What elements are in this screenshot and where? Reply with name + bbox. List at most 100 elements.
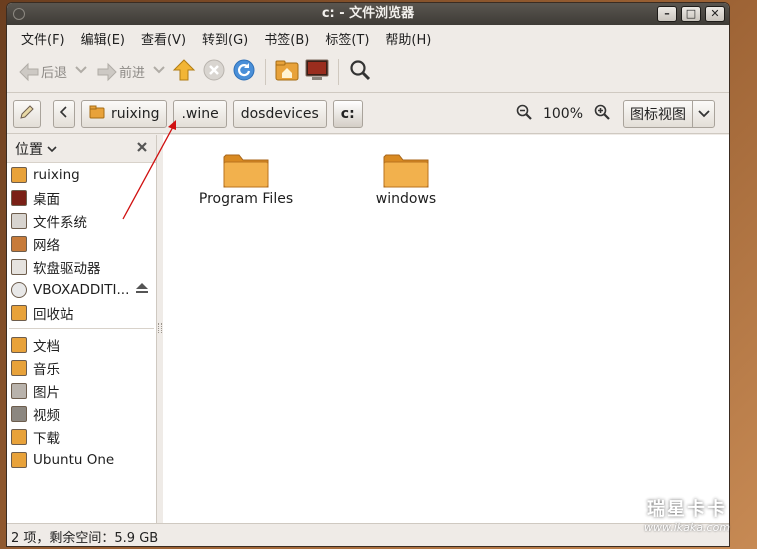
file-item-windows[interactable]: windows xyxy=(351,151,461,207)
crumb-scroll-left-button[interactable] xyxy=(53,99,75,128)
crumb-dosdevices[interactable]: dosdevices xyxy=(232,99,327,128)
sidebar-item-label: ruixing xyxy=(33,166,80,183)
minimize-button[interactable]: – xyxy=(657,6,677,22)
downloads-folder-icon xyxy=(11,428,27,445)
menu-bookmarks[interactable]: 书签(B) xyxy=(256,29,317,48)
status-bar: 2 项，剩余空间：5.9 GB xyxy=(7,523,729,546)
sidebar-type-dropdown[interactable]: 位置 xyxy=(15,139,57,159)
back-button[interactable]: 后退 xyxy=(13,55,71,89)
chevron-left-icon xyxy=(59,105,68,122)
sidebar-item-label: 桌面 xyxy=(33,191,60,208)
sidebar-item-label: 文件系统 xyxy=(33,214,87,231)
sidebar-item-label: 文档 xyxy=(33,338,60,355)
window-title: c: - 文件浏览器 xyxy=(321,6,415,21)
search-button[interactable] xyxy=(345,55,375,89)
file-name: windows xyxy=(375,191,437,207)
sidebar-item-network[interactable]: 网络 xyxy=(7,232,156,255)
sidebar-item-trash[interactable]: 回收站 xyxy=(7,301,156,324)
floppy-icon xyxy=(11,258,27,275)
back-label: 后退 xyxy=(41,66,68,81)
sidebar-item-floppy[interactable]: 软盘驱动器 xyxy=(7,255,156,278)
edit-location-button[interactable] xyxy=(13,99,41,128)
zoom-in-icon xyxy=(594,104,610,120)
file-item-program-files[interactable]: Program Files xyxy=(191,151,301,207)
sidebar-item-music[interactable]: 音乐 xyxy=(7,356,156,379)
stop-button[interactable] xyxy=(199,55,229,89)
chevron-down-icon xyxy=(153,64,165,79)
chevron-down-icon xyxy=(47,145,57,152)
view-mode-select[interactable]: 图标视图 xyxy=(623,100,715,128)
crumb-c-label: c: xyxy=(340,105,355,122)
menu-help[interactable]: 帮助(H) xyxy=(377,29,439,48)
sidebar-item-videos[interactable]: 视频 xyxy=(7,402,156,425)
sidebar-header: 位置 xyxy=(7,135,156,163)
forward-label: 前进 xyxy=(119,66,146,81)
sidebar-item-home[interactable]: ruixing xyxy=(7,163,156,186)
sidebar-item-label: 网络 xyxy=(33,237,60,254)
sidebar-item-label: VBOXADDITI... xyxy=(33,281,130,298)
menu-file[interactable]: 文件(F) xyxy=(13,29,73,48)
forward-arrow-icon xyxy=(95,60,119,84)
documents-folder-icon xyxy=(11,336,27,353)
location-bar: ruixing .wine dosdevices c: 100% 图标视图 xyxy=(7,94,729,134)
menu-edit[interactable]: 编辑(E) xyxy=(73,29,133,48)
up-button[interactable] xyxy=(169,55,199,89)
menu-view[interactable]: 查看(V) xyxy=(133,29,194,48)
desktop-icon xyxy=(11,189,27,206)
filesystem-icon xyxy=(11,212,27,229)
crumb-wine[interactable]: .wine xyxy=(173,99,227,128)
computer-icon xyxy=(304,58,330,86)
sidebar-item-cdrom[interactable]: VBOXADDITI... xyxy=(7,278,156,301)
splitter-grip xyxy=(158,323,162,333)
sidebar-item-pictures[interactable]: 图片 xyxy=(7,379,156,402)
zoom-out-button[interactable] xyxy=(515,103,533,125)
back-arrow-icon xyxy=(17,60,41,84)
close-button[interactable]: ✕ xyxy=(705,6,725,22)
zoom-in-button[interactable] xyxy=(593,103,611,125)
menu-tabs[interactable]: 标签(T) xyxy=(317,29,377,48)
file-name: Program Files xyxy=(198,191,294,207)
crumb-home-label: ruixing xyxy=(111,105,160,122)
crumb-home[interactable]: ruixing xyxy=(81,99,168,128)
close-icon xyxy=(137,141,147,152)
file-browser-window: c: - 文件浏览器 – □ ✕ 文件(F) 编辑(E) 查看(V) 转到(G)… xyxy=(6,2,730,547)
menu-go[interactable]: 转到(G) xyxy=(194,29,256,48)
window-menu-icon[interactable] xyxy=(13,8,25,20)
maximize-button[interactable]: □ xyxy=(681,6,701,22)
toolbar: 后退 前进 xyxy=(7,51,729,93)
sidebar-title: 位置 xyxy=(15,141,43,158)
pictures-folder-icon xyxy=(11,382,27,399)
sidebar-item-label: 软盘驱动器 xyxy=(33,260,101,277)
pencil-icon xyxy=(19,104,35,124)
sidebar-item-label: 视频 xyxy=(33,407,60,424)
folder-icon xyxy=(383,154,429,188)
close-sidebar-button[interactable] xyxy=(136,141,148,157)
forward-button[interactable]: 前进 xyxy=(91,55,149,89)
crumb-c[interactable]: c: xyxy=(332,99,363,128)
sidebar-item-documents[interactable]: 文档 xyxy=(7,333,156,356)
up-arrow-icon xyxy=(172,58,196,86)
zoom-controls: 100% 图标视图 xyxy=(515,100,715,128)
sidebar-separator xyxy=(9,328,154,329)
home-folder-icon xyxy=(274,58,300,86)
sidebar-item-label: 回收站 xyxy=(33,306,74,323)
zoom-out-icon xyxy=(516,104,532,120)
watermark-url: www.ikaka.com xyxy=(643,521,731,534)
toolbar-separator xyxy=(338,58,340,85)
sidebar-item-ubuntu-one[interactable]: Ubuntu One xyxy=(7,448,156,471)
sidebar-item-label: 音乐 xyxy=(33,361,60,378)
home-button[interactable] xyxy=(272,55,302,89)
sidebar-item-label: 下载 xyxy=(33,430,60,447)
forward-history-dropdown[interactable] xyxy=(149,55,169,89)
folder-icon xyxy=(223,154,269,188)
back-history-dropdown[interactable] xyxy=(71,55,91,89)
reload-button[interactable] xyxy=(229,55,259,89)
file-view[interactable]: Program Files windows xyxy=(163,135,729,523)
cdrom-icon xyxy=(11,281,27,298)
title-bar[interactable]: c: - 文件浏览器 – □ ✕ xyxy=(7,3,729,25)
sidebar-item-downloads[interactable]: 下载 xyxy=(7,425,156,448)
computer-button[interactable] xyxy=(302,55,332,89)
sidebar-item-desktop[interactable]: 桌面 xyxy=(7,186,156,209)
sidebar-item-filesystem[interactable]: 文件系统 xyxy=(7,209,156,232)
eject-icon[interactable] xyxy=(135,282,149,298)
